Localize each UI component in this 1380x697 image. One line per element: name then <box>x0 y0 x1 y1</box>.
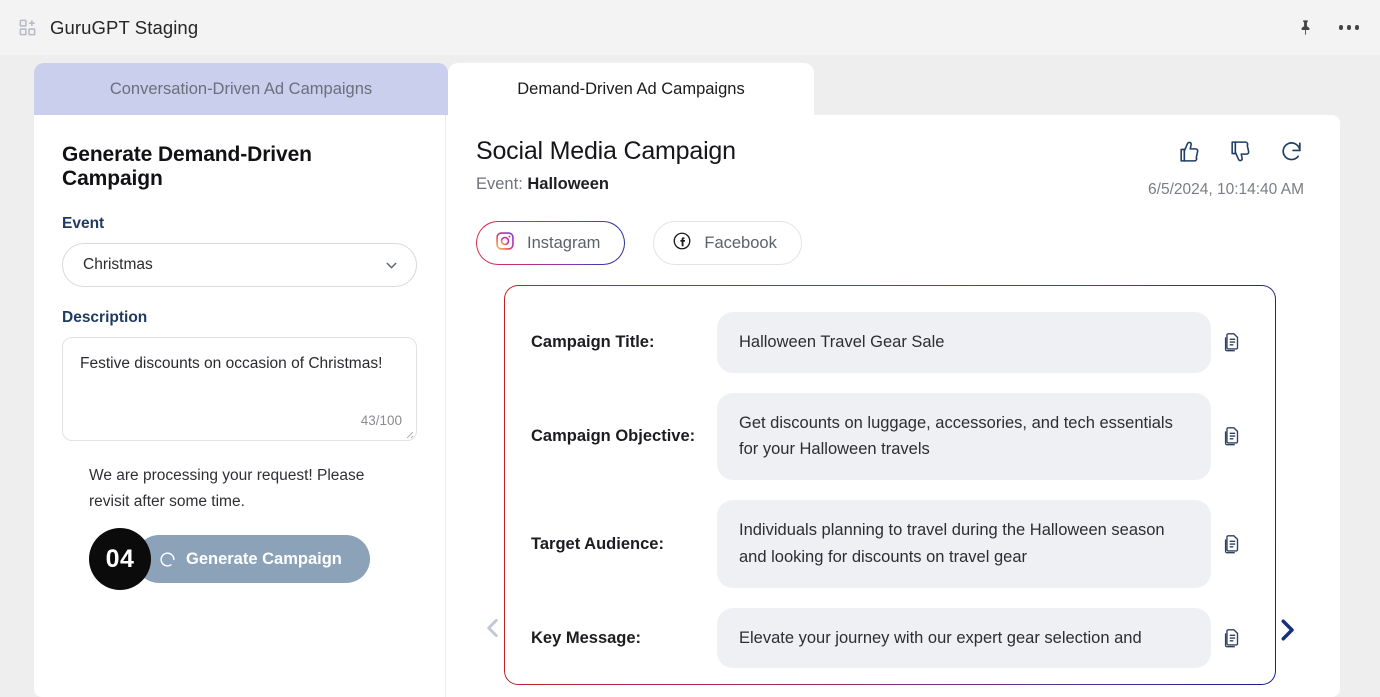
result-header-right: 6/5/2024, 10:14:40 AM <box>1148 137 1304 199</box>
feedback-icon-group <box>1177 139 1304 164</box>
platform-selector: Instagram Facebook <box>476 221 1304 265</box>
row-label-target-audience: Target Audience: <box>531 534 664 553</box>
tab-demand-driven-ad-campaigns[interactable]: Demand-Driven Ad Campaigns <box>448 63 814 115</box>
generate-action-row: 04 Generate Campaign <box>62 528 417 591</box>
platform-facebook-button[interactable]: Facebook <box>653 221 802 265</box>
campaign-carousel: Campaign Title: Halloween Travel Gear Sa… <box>476 285 1304 685</box>
countdown-badge: 04 <box>89 528 151 591</box>
copy-icon[interactable] <box>1211 533 1253 555</box>
result-event-name: Halloween <box>527 175 609 193</box>
app-title-bar: GuruGPT Staging <box>0 0 1380 55</box>
panel-title: Generate Demand-Driven Campaign <box>62 143 312 190</box>
campaign-form-panel: Generate Demand-Driven Campaign Event Ch… <box>34 115 446 697</box>
row-label-key-message: Key Message: <box>531 628 642 647</box>
copy-icon[interactable] <box>1211 425 1253 447</box>
result-event: Event: Halloween <box>476 175 1148 194</box>
result-event-prefix: Event: <box>476 175 523 193</box>
table-row: Campaign Objective: Get discounts on lug… <box>531 392 1253 481</box>
chevron-down-icon <box>383 257 400 274</box>
row-label-campaign-objective: Campaign Objective: <box>531 427 696 446</box>
copy-icon[interactable] <box>1211 627 1253 649</box>
ellipsis-dots <box>1339 25 1359 30</box>
app-title: GuruGPT Staging <box>50 16 199 38</box>
generate-campaign-label: Generate Campaign <box>186 549 342 568</box>
row-value-key-message: Elevate your journey with our expert gea… <box>717 607 1211 669</box>
chevron-right-icon[interactable] <box>1270 615 1304 645</box>
row-value-target-audience: Individuals planning to travel during th… <box>717 500 1211 588</box>
apps-add-icon <box>14 15 40 41</box>
table-row: Key Message: Elevate your journey with o… <box>531 607 1253 669</box>
campaign-result-panel: Social Media Campaign Event: Halloween 6… <box>446 115 1340 697</box>
tab-conversation-driven-ad-campaigns[interactable]: Conversation-Driven Ad Campaigns <box>34 63 448 115</box>
refresh-icon[interactable] <box>1279 139 1304 164</box>
row-value-campaign-objective: Get discounts on luggage, accessories, a… <box>717 392 1211 481</box>
tab-strip: Conversation-Driven Ad Campaigns Demand-… <box>0 55 1380 115</box>
thumbs-down-icon[interactable] <box>1228 139 1253 164</box>
description-label: Description <box>62 309 148 326</box>
character-counter: 43/100 <box>360 413 402 428</box>
loading-spinner-icon <box>159 551 176 568</box>
processing-status-message: We are processing your request! Please r… <box>89 467 365 510</box>
thumbs-up-icon[interactable] <box>1177 139 1202 164</box>
copy-icon[interactable] <box>1211 331 1253 353</box>
campaign-details-card: Campaign Title: Halloween Travel Gear Sa… <box>504 285 1276 685</box>
result-header-left: Social Media Campaign Event: Halloween <box>476 137 1148 194</box>
result-title: Social Media Campaign <box>476 137 736 165</box>
instagram-icon <box>495 231 515 256</box>
platform-instagram-label: Instagram <box>527 233 601 252</box>
row-label-campaign-title: Campaign Title: <box>531 333 655 351</box>
table-row: Campaign Title: Halloween Travel Gear Sa… <box>531 312 1253 373</box>
more-options-icon[interactable] <box>1336 15 1362 41</box>
row-value-campaign-title: Halloween Travel Gear Sale <box>717 312 1211 373</box>
facebook-icon <box>672 231 692 256</box>
event-select[interactable]: Christmas <box>62 243 417 287</box>
result-header: Social Media Campaign Event: Halloween 6… <box>476 137 1304 199</box>
event-select-value: Christmas <box>83 256 153 273</box>
platform-facebook-label: Facebook <box>704 233 777 252</box>
generate-campaign-button[interactable]: Generate Campaign <box>135 535 370 584</box>
result-timestamp: 6/5/2024, 10:14:40 AM <box>1148 181 1304 198</box>
resize-grip-icon[interactable] <box>402 426 414 439</box>
table-row: Target Audience: Individuals planning to… <box>531 500 1253 588</box>
description-value: Festive discounts on occasion of Christm… <box>80 355 383 372</box>
appbar-actions <box>1292 15 1362 41</box>
platform-instagram-button[interactable]: Instagram <box>476 221 625 265</box>
description-input[interactable]: Festive discounts on occasion of Christm… <box>62 337 417 441</box>
main-surface: Generate Demand-Driven Campaign Event Ch… <box>34 115 1340 697</box>
pin-icon[interactable] <box>1292 15 1318 41</box>
event-label: Event <box>62 215 105 232</box>
